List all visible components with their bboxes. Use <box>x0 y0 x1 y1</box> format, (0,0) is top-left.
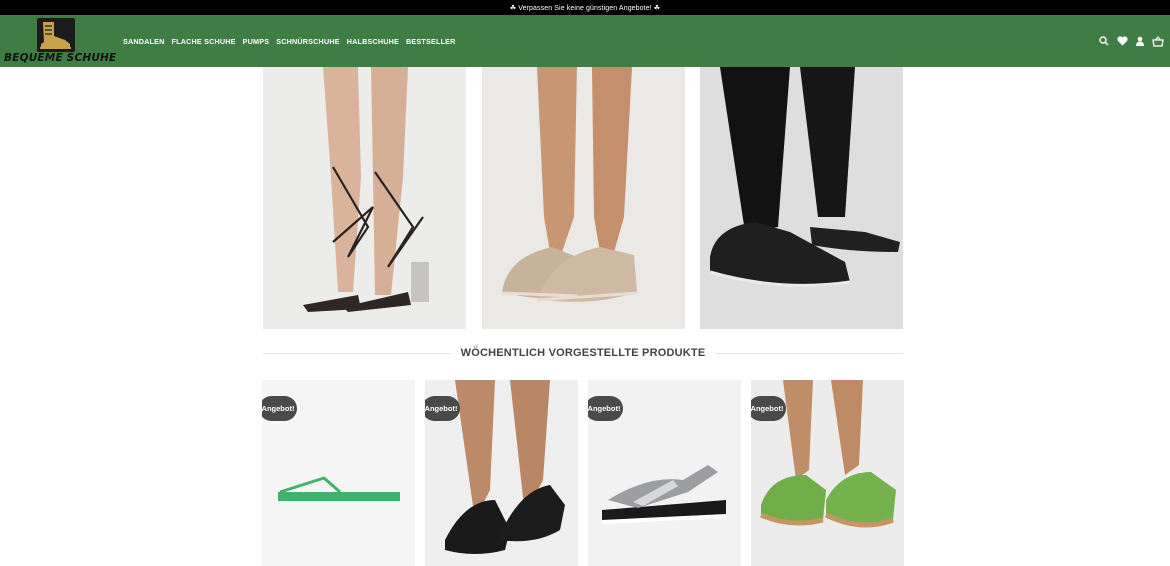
nav-item-schnuerschuhe[interactable]: SCHNÜRSCHUHE <box>276 37 340 46</box>
logo[interactable]: BEQUEME SCHUHE <box>4 18 116 64</box>
nav-item-bestseller[interactable]: BESTSELLER <box>406 37 456 46</box>
section-title: WÖCHENTLICH VORGESTELLTE PRODUKTE <box>460 347 706 359</box>
site-header: BEQUEME SCHUHE SANDALEN FLACHE SCHUHE PU… <box>0 15 1170 67</box>
featured-products-heading: WÖCHENTLICH VORGESTELLTE PRODUKTE <box>263 342 904 364</box>
category-image-sandals[interactable] <box>263 67 466 329</box>
sale-badge: Angebot! <box>588 396 623 421</box>
promo-bar: ☘ Verpassen Sie keine günstigen Angebote… <box>0 0 1170 15</box>
category-image-lace-up-shoes[interactable] <box>700 67 903 329</box>
product-card[interactable]: Angebot! <box>262 380 415 566</box>
brand-name: BEQUEME SCHUHE <box>4 52 117 64</box>
sale-badge: Angebot! <box>751 396 786 421</box>
header-actions <box>1098 15 1164 67</box>
search-icon[interactable] <box>1098 35 1110 47</box>
nav-item-flache-schuhe[interactable]: FLACHE SCHUHE <box>172 37 236 46</box>
heart-icon[interactable] <box>1116 35 1128 47</box>
nav-item-sandalen[interactable]: SANDALEN <box>123 37 165 46</box>
basket-icon[interactable] <box>1152 35 1164 47</box>
boot-logo-icon <box>37 18 75 52</box>
divider-right <box>715 352 904 354</box>
product-card[interactable]: Angebot! <box>588 380 741 566</box>
nav-item-halbschuhe[interactable]: HALBSCHUHE <box>347 37 399 46</box>
product-card[interactable]: Angebot! <box>425 380 578 566</box>
sale-badge: Angebot! <box>262 396 297 421</box>
product-card[interactable]: Angebot! <box>751 380 904 566</box>
divider-left <box>263 352 451 354</box>
sale-badge: Angebot! <box>425 396 460 421</box>
main-nav: SANDALEN FLACHE SCHUHE PUMPS SCHNÜRSCHUH… <box>123 15 456 67</box>
category-image-loafers[interactable] <box>482 67 685 329</box>
user-icon[interactable] <box>1134 35 1146 47</box>
nav-item-pumps[interactable]: PUMPS <box>243 37 270 46</box>
promo-text: ☘ Verpassen Sie keine günstigen Angebote… <box>509 4 661 12</box>
